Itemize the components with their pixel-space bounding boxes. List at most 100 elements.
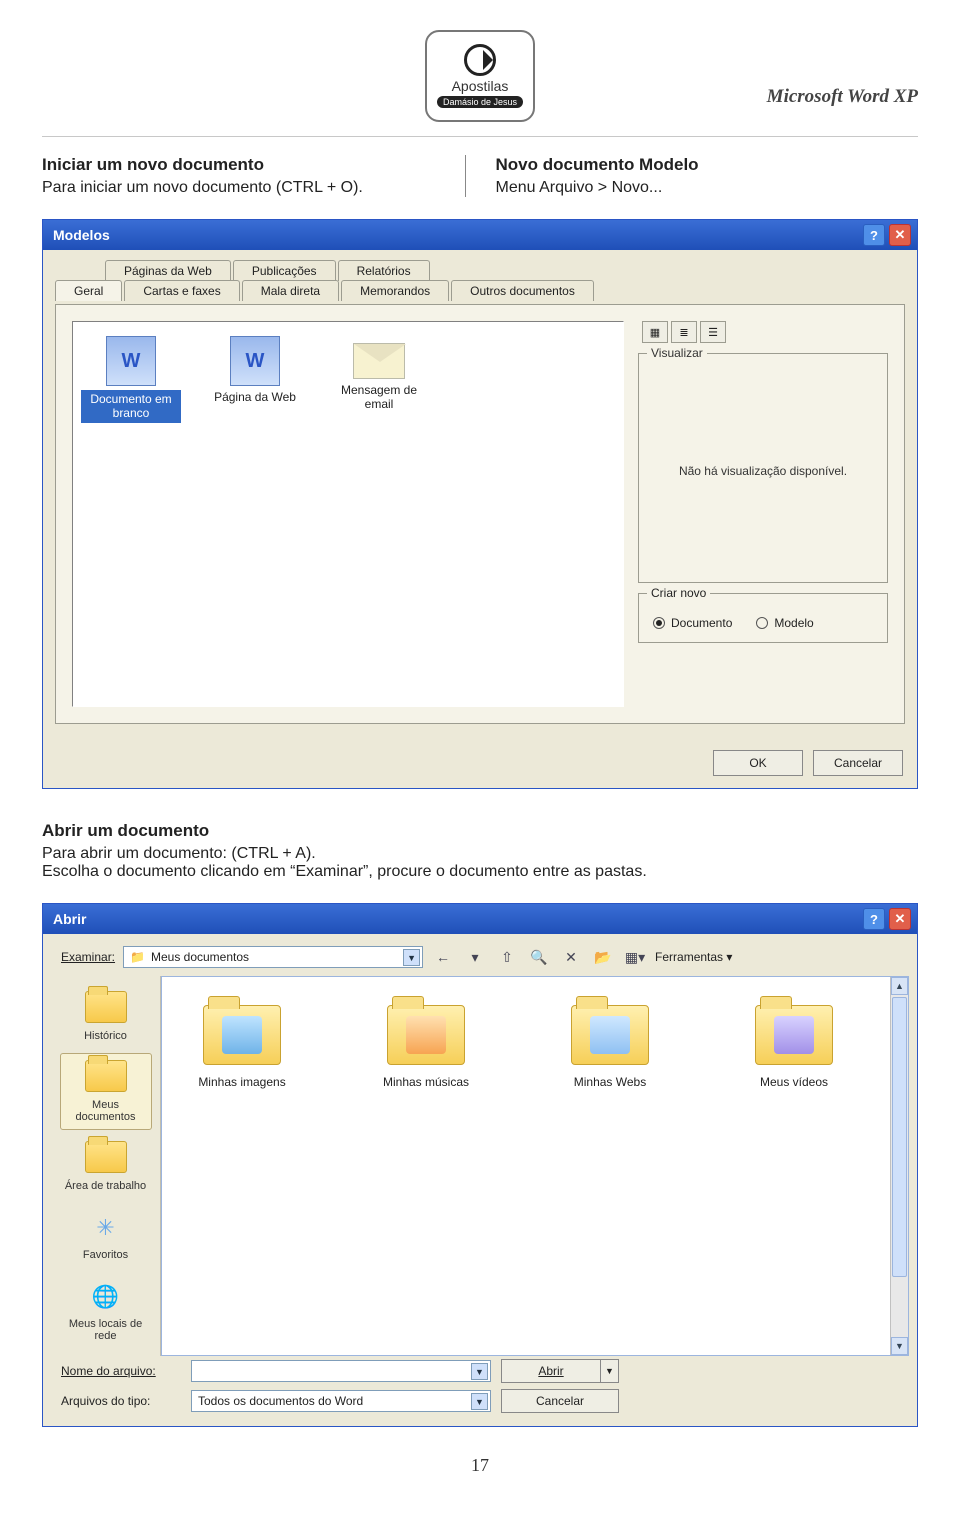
folder-meus-videos[interactable]: Meus vídeos — [734, 1005, 854, 1089]
arquivos-tipo-label: Arquivos do tipo: — [61, 1394, 181, 1408]
scroll-up-icon[interactable]: ▲ — [891, 977, 908, 995]
delete-button[interactable]: ✕ — [559, 946, 583, 968]
template-label: Mensagem de email — [329, 383, 429, 412]
scroll-thumb[interactable] — [892, 997, 907, 1277]
template-list: Documento em branco Página da Web Mensag… — [72, 321, 624, 707]
tab-publicacoes[interactable]: Publicações — [233, 260, 336, 281]
folder-minhas-imagens[interactable]: Minhas imagens — [182, 1005, 302, 1089]
folder-icon — [203, 1005, 281, 1065]
search-web-button[interactable]: 🔍 — [527, 946, 551, 968]
radio-label: Documento — [671, 616, 732, 630]
chevron-down-icon: ▼ — [471, 1393, 488, 1410]
examinar-value: Meus documentos — [151, 950, 249, 964]
radio-dot-icon — [756, 617, 768, 629]
up-one-level-button[interactable]: ⇧ — [495, 946, 519, 968]
screenshot-abrir-dialog: Abrir ? ✕ Examinar: 📁 Meus documentos ▼ … — [42, 903, 918, 1427]
tab-paginas-web[interactable]: Páginas da Web — [105, 260, 231, 281]
logo-mark-icon — [464, 44, 496, 76]
examinar-label: Examinar: — [61, 950, 115, 964]
place-meus-locais-de-rede[interactable]: 🌐 Meus locais de rede — [60, 1272, 152, 1349]
folder-minhas-webs[interactable]: Minhas Webs — [550, 1005, 670, 1089]
close-button[interactable]: ✕ — [889, 224, 911, 246]
new-folder-button[interactable]: 📂 — [591, 946, 615, 968]
folder-label: Minhas músicas — [383, 1075, 469, 1089]
template-mensagem-email[interactable]: Mensagem de email — [329, 336, 429, 412]
tab-memorandos[interactable]: Memorandos — [341, 280, 449, 301]
file-list[interactable]: Minhas imagens Minhas músicas Minhas Web… — [161, 976, 909, 1356]
preview-legend: Visualizar — [647, 346, 707, 360]
tab-mala-direta[interactable]: Mala direta — [242, 280, 339, 301]
help-button[interactable]: ? — [863, 224, 885, 246]
help-button[interactable]: ? — [863, 908, 885, 930]
places-bar: Histórico Meus documentos Área de trabal… — [51, 976, 161, 1356]
arquivos-tipo-combo[interactable]: Todos os documentos do Word ▼ — [191, 1390, 491, 1412]
tab-outros-documentos[interactable]: Outros documentos — [451, 280, 594, 301]
folder-minhas-musicas[interactable]: Minhas músicas — [366, 1005, 486, 1089]
page-number: 17 — [42, 1455, 918, 1476]
folder-icon — [571, 1005, 649, 1065]
radio-label: Modelo — [774, 616, 813, 630]
heading-novo-modelo: Novo documento Modelo — [496, 155, 899, 175]
template-pagina-da-web[interactable]: Página da Web — [205, 336, 305, 404]
place-meus-documentos[interactable]: Meus documentos — [60, 1053, 152, 1130]
text-novo-modelo: Menu Arquivo > Novo... — [496, 179, 899, 197]
folder-label: Meus vídeos — [760, 1075, 828, 1089]
preview-empty-text: Não há visualização disponível. — [679, 464, 847, 478]
cancelar-button[interactable]: Cancelar — [501, 1389, 619, 1413]
abrir-title: Abrir — [53, 911, 86, 927]
text-iniciar: Para iniciar um novo documento (CTRL + O… — [42, 179, 445, 197]
modelos-tabs: Páginas da Web Publicações Relatórios Ge… — [55, 260, 905, 304]
place-label: Favoritos — [83, 1249, 128, 1261]
publisher-logo: Apostilas Damásio de Jesus — [425, 30, 535, 122]
tab-geral[interactable]: Geral — [55, 280, 122, 301]
cancel-button[interactable]: Cancelar — [813, 750, 903, 776]
view-list-button[interactable]: ≣ — [671, 321, 697, 343]
logo-text-1: Apostilas — [452, 78, 509, 94]
folder-label: Minhas imagens — [198, 1075, 285, 1089]
place-label: Área de trabalho — [65, 1180, 146, 1192]
radio-modelo[interactable]: Modelo — [756, 616, 813, 630]
header-rule — [42, 136, 918, 137]
template-label: Documento em branco — [81, 390, 181, 423]
desktop-icon — [85, 1141, 127, 1173]
nome-arquivo-combo[interactable]: ▼ — [191, 1360, 491, 1382]
scroll-down-icon[interactable]: ▼ — [891, 1337, 908, 1355]
close-button[interactable]: ✕ — [889, 908, 911, 930]
history-dropdown[interactable]: ▾ — [463, 946, 487, 968]
examinar-combo[interactable]: 📁 Meus documentos ▼ — [123, 946, 423, 968]
nome-arquivo-label: Nome do arquivo: — [61, 1364, 181, 1378]
radio-documento[interactable]: Documento — [653, 616, 732, 630]
document-running-title: Microsoft Word XP — [767, 86, 918, 108]
radio-dot-icon — [653, 617, 665, 629]
place-historico[interactable]: Histórico — [60, 984, 152, 1049]
place-label: Meus documentos — [76, 1099, 136, 1123]
views-button[interactable]: ▦▾ — [623, 946, 647, 968]
folder-icon — [387, 1005, 465, 1065]
view-large-icons-button[interactable]: ▦ — [642, 321, 668, 343]
view-details-button[interactable]: ☰ — [700, 321, 726, 343]
folder-label: Minhas Webs — [574, 1075, 646, 1089]
folder-icon — [85, 991, 127, 1023]
heading-abrir-documento: Abrir um documento — [42, 821, 918, 841]
modelos-titlebar: Modelos ? ✕ — [43, 220, 917, 250]
place-area-de-trabalho[interactable]: Área de trabalho — [60, 1134, 152, 1199]
abrir-button[interactable]: Abrir — [501, 1359, 601, 1383]
modelos-title: Modelos — [53, 227, 110, 243]
place-label: Meus locais de rede — [69, 1318, 142, 1342]
back-button[interactable]: ← — [431, 946, 455, 968]
place-favoritos[interactable]: ✳ Favoritos — [60, 1203, 152, 1268]
template-documento-em-branco[interactable]: Documento em branco — [81, 336, 181, 423]
heading-iniciar: Iniciar um novo documento — [42, 155, 445, 175]
tab-cartas-faxes[interactable]: Cartas e faxes — [124, 280, 239, 301]
text-abrir-2: Escolha o documento clicando em “Examina… — [42, 863, 918, 881]
folder-icon — [755, 1005, 833, 1065]
chevron-down-icon: ▼ — [471, 1363, 488, 1380]
abrir-split-button[interactable]: ▼ — [601, 1359, 619, 1383]
vertical-scrollbar[interactable]: ▲ ▼ — [890, 977, 908, 1355]
ok-button[interactable]: OK — [713, 750, 803, 776]
screenshot-modelos-dialog: Modelos ? ✕ Páginas da Web Publicações R… — [42, 219, 918, 789]
tab-relatorios[interactable]: Relatórios — [338, 260, 430, 281]
abrir-titlebar: Abrir ? ✕ — [43, 904, 917, 934]
word-doc-icon — [230, 336, 280, 386]
tools-menu[interactable]: Ferramentas ▾ — [655, 950, 732, 964]
